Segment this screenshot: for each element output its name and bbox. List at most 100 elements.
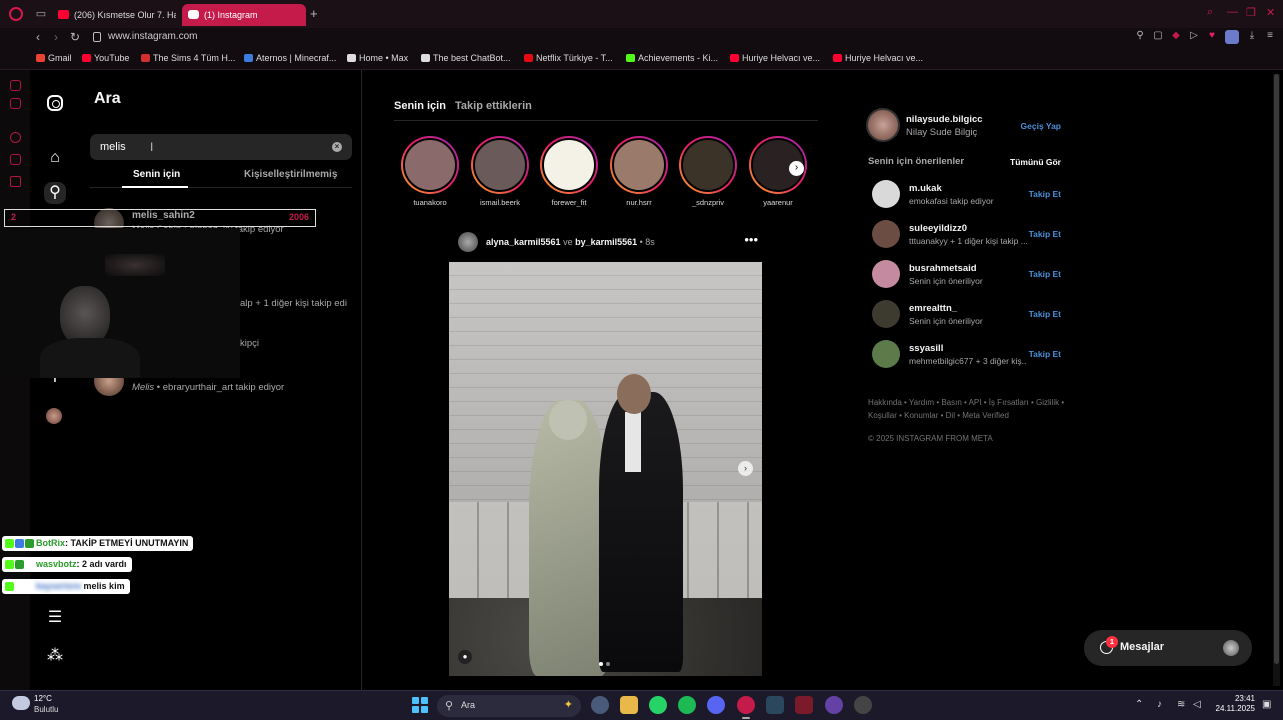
taskbar-obs-icon[interactable] (854, 696, 872, 714)
suggestion-avatar[interactable] (872, 220, 900, 248)
switch-account-button[interactable]: Geçiş Yap (1021, 121, 1061, 131)
feed-tab-for-you[interactable]: Senin için (394, 100, 446, 112)
tab-not-personalized[interactable]: Kişiselleştirilmemiş (244, 169, 337, 180)
volume-icon[interactable]: ◁ (1193, 699, 1201, 710)
more-menu-icon[interactable]: ☰ (44, 607, 66, 629)
sidebar-whatsapp-icon[interactable] (10, 132, 21, 143)
taskbar-spotify-icon[interactable] (678, 696, 696, 714)
tab-instagram[interactable]: (1) Instagram (182, 4, 306, 26)
tray-chevron-icon[interactable]: ⌃ (1135, 699, 1143, 710)
bookmark-item[interactable]: The best ChatBot... (421, 53, 511, 63)
suggestion-avatar[interactable] (872, 300, 900, 328)
story-item[interactable]: _sdnzpriv (679, 136, 737, 207)
suggestion-username[interactable]: emrealttn_ (909, 303, 957, 314)
story-item[interactable]: nur.hsrr (610, 136, 668, 207)
profile-avatar[interactable] (46, 408, 62, 424)
bookmark-item[interactable]: Netflix Türkiye - T... (524, 53, 613, 63)
tagged-users-icon[interactable]: ● (458, 650, 472, 664)
bookmark-item[interactable]: Achievements - Ki... (626, 53, 718, 63)
instagram-logo-icon[interactable] (47, 95, 63, 111)
minimize-button[interactable]: — (1227, 6, 1238, 18)
see-all-button[interactable]: Tümünü Gör (1010, 157, 1061, 167)
microphone-icon[interactable]: ♪ (1157, 699, 1162, 710)
taskbar-opera-icon[interactable] (737, 696, 755, 719)
post-author[interactable]: alyna_karmil5561 (486, 237, 561, 247)
maximize-button[interactable]: ❐ (1246, 6, 1256, 19)
clear-search-icon[interactable]: × (332, 142, 342, 152)
suggestion-avatar[interactable] (872, 260, 900, 288)
taskbar-file-explorer-icon[interactable] (620, 696, 638, 714)
account-username[interactable]: nilaysude.bilgicc (906, 114, 983, 125)
stories-next-icon[interactable]: › (789, 161, 804, 176)
tab-youtube[interactable]: (206) Kısmetse Olur 7. Hafta (52, 4, 176, 26)
taskbar-app-icon[interactable] (795, 696, 813, 714)
weather-cloud-icon[interactable] (12, 696, 30, 710)
reload-button[interactable]: ↻ (70, 30, 80, 44)
back-button[interactable]: ‹ (36, 30, 40, 44)
follow-button[interactable]: Takip Et (1029, 309, 1061, 319)
opera-logo-icon[interactable] (9, 7, 23, 21)
also-from-meta-icon[interactable]: ⁂ (44, 645, 66, 667)
post-author-avatar[interactable] (458, 232, 478, 252)
post-coauthor[interactable]: by_karmil5561 (575, 237, 637, 247)
snapshot-icon[interactable]: ▢ (1153, 30, 1163, 44)
close-window-button[interactable]: ✕ (1266, 6, 1275, 19)
profile-avatar[interactable] (1225, 30, 1239, 44)
play-icon[interactable]: ▷ (1189, 30, 1199, 44)
bookmark-item[interactable]: Huriye Helvacı ve... (833, 53, 923, 63)
taskbar-settings-icon[interactable] (591, 696, 609, 714)
taskbar-clock[interactable]: 23:41 24.11.2025 (1215, 694, 1255, 714)
bookmark-item[interactable]: Home • Max (347, 53, 408, 63)
taskbar-steam-icon[interactable] (766, 696, 784, 714)
suggestion-avatar[interactable] (872, 180, 900, 208)
sidebar-instagram-icon[interactable] (10, 154, 21, 165)
suggestion-username[interactable]: suleeyildizz0 (909, 223, 967, 234)
taskbar-search[interactable]: ⚲ Ara ✦ (437, 695, 581, 717)
search-box[interactable]: I × (90, 134, 352, 160)
sidebar-twitch-icon[interactable] (10, 98, 21, 109)
bookmark-item[interactable]: Huriye Helvacı ve... (730, 53, 820, 63)
follow-button[interactable]: Takip Et (1029, 269, 1061, 279)
bookmark-item[interactable]: Aternos | Minecraf... (244, 53, 336, 63)
menu-icon[interactable]: ≡ (1265, 30, 1275, 44)
story-item[interactable]: forewer_fit (540, 136, 598, 207)
footer-links[interactable]: Hakkında • Yardım • Basın • API • İş Fır… (868, 396, 1068, 422)
home-icon[interactable]: ⌂ (44, 147, 66, 169)
taskbar-discord-icon[interactable] (707, 696, 725, 714)
page-scrollbar[interactable] (1273, 74, 1280, 686)
pin-icon[interactable]: ⚲ (1135, 30, 1145, 44)
tab-workspace-icon[interactable]: ▭ (33, 6, 49, 22)
wifi-icon[interactable]: ≋ (1177, 699, 1185, 710)
feed-tab-following[interactable]: Takip ettiklerin (455, 100, 532, 112)
sidebar-aria-icon[interactable] (10, 80, 21, 91)
taskbar-twitch-icon[interactable] (825, 696, 843, 714)
bookmark-item[interactable]: YouTube (82, 53, 129, 63)
messages-button[interactable]: 1 Mesajlar (1084, 630, 1252, 666)
sidebar-tiktok-icon[interactable] (10, 176, 21, 187)
suggestion-username[interactable]: m.ukak (909, 183, 942, 194)
forward-button[interactable]: › (54, 30, 58, 44)
suggestion-username[interactable]: ssyasill (909, 343, 943, 354)
download-icon[interactable]: ⤓ (1247, 30, 1257, 44)
story-item[interactable]: tuanakoro (401, 136, 459, 207)
suggestion-username[interactable]: busrahmetsaid (909, 263, 977, 274)
bookmark-item[interactable]: The Sims 4 Tüm H... (141, 53, 235, 63)
bookmark-item[interactable]: Gmail (36, 53, 72, 63)
notification-bell-icon[interactable]: ▣ (1262, 699, 1271, 710)
follow-button[interactable]: Takip Et (1029, 229, 1061, 239)
windows-start-icon[interactable] (412, 697, 428, 713)
account-avatar[interactable] (866, 108, 900, 142)
follow-button[interactable]: Takip Et (1029, 349, 1061, 359)
tab-for-you[interactable]: Senin için (133, 169, 180, 180)
new-tab-button[interactable]: + (310, 7, 318, 20)
suggestion-avatar[interactable] (872, 340, 900, 368)
search-icon[interactable]: ⚲ (44, 182, 66, 204)
story-item[interactable]: ismail.beerk (471, 136, 529, 207)
post-options-icon[interactable]: ••• (744, 232, 758, 247)
scrollbar-thumb[interactable] (1274, 74, 1279, 664)
carousel-next-icon[interactable]: › (738, 461, 753, 476)
taskbar-whatsapp-icon[interactable] (649, 696, 667, 714)
search-input[interactable] (100, 139, 320, 155)
url-field[interactable]: www.instagram.com (108, 31, 197, 42)
follow-button[interactable]: Takip Et (1029, 189, 1061, 199)
